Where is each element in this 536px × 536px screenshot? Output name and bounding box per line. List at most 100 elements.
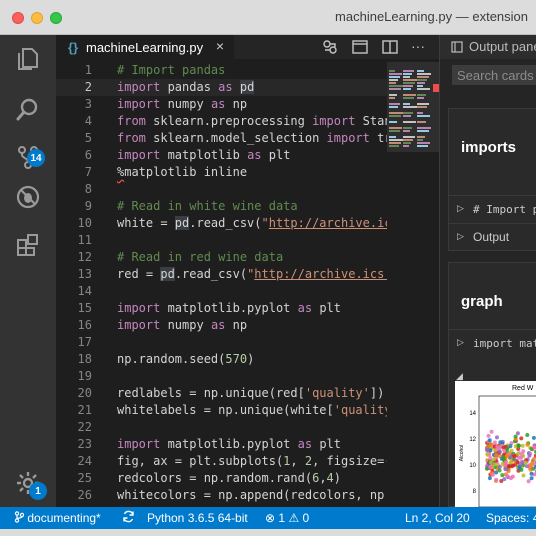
plot-ytick-label: 14 — [469, 411, 476, 417]
plot-point — [497, 464, 502, 469]
line-number: 23 — [77, 437, 92, 451]
line-number: 2 — [84, 80, 92, 94]
code-line[interactable]: 13 red = pd.read_csv("http://archive.ics.… — [56, 266, 388, 283]
zoom-window-button[interactable] — [50, 12, 62, 24]
line-number: 15 — [77, 301, 92, 315]
line-text: import numpy as np — [117, 97, 248, 111]
python-file-icon: {} — [68, 39, 79, 55]
problems-status[interactable]: ⊗ 1 ⚠ 0 — [265, 511, 309, 525]
plot-point — [489, 442, 494, 447]
code-line[interactable]: 12 # Read in red wine data — [56, 249, 388, 266]
code-line[interactable]: 1 # Import pandas — [56, 62, 388, 79]
tab-machinelearning-py[interactable]: {} machineLearning.py × — [56, 35, 234, 59]
close-icon[interactable]: × — [216, 38, 224, 54]
code-area[interactable]: 1 # Import pandas 2 import pandas as pd 3 imp… — [56, 62, 388, 507]
line-text: # Import pandas — [117, 63, 226, 77]
code-line[interactable]: 6 import matplotlib as plt — [56, 147, 388, 164]
code-line[interactable]: 9 # Read in white wine data — [56, 198, 388, 215]
plot-point — [501, 455, 506, 460]
line-text: from sklearn.model_selection import tra — [117, 131, 388, 145]
plot-point — [531, 435, 536, 440]
line-number: 4 — [84, 114, 92, 128]
plot-point — [526, 479, 531, 484]
plot-point — [515, 431, 520, 436]
code-line[interactable]: 4 from sklearn.preprocessing import Stand — [56, 113, 388, 130]
plot-point — [489, 429, 494, 434]
indentation-status[interactable]: Spaces: 4 — [486, 511, 536, 525]
plot-point — [494, 477, 499, 482]
line-number: 6 — [84, 148, 92, 162]
card-row-code[interactable]: ▷ import matp — [449, 329, 536, 357]
line-text: white = pd.read_csv("http://archive.ics — [117, 216, 388, 230]
code-line[interactable]: 14 — [56, 283, 388, 300]
branch-status[interactable]: documenting* — [14, 511, 101, 525]
code-line[interactable]: 23 import matplotlib.pyplot as plt — [56, 436, 388, 453]
card-row-output[interactable]: ▷ Output — [449, 223, 536, 251]
code-line[interactable]: 17 — [56, 334, 388, 351]
code-line[interactable]: 5 from sklearn.model_selection import tra — [56, 130, 388, 147]
branch-name: documenting* — [27, 511, 101, 525]
code-line[interactable]: 24 fig, ax = plt.subplots(1, 2, figsize=(… — [56, 453, 388, 470]
code-line[interactable]: 15 import matplotlib.pyplot as plt — [56, 300, 388, 317]
plot-point — [498, 440, 503, 445]
card-title: graph — [461, 293, 503, 310]
plot-point — [516, 451, 521, 456]
search-cards-input[interactable]: Search cards — [452, 65, 536, 85]
code-line[interactable]: 16 import numpy as np — [56, 317, 388, 334]
code-line[interactable]: 22 — [56, 419, 388, 436]
search-icon[interactable] — [0, 85, 56, 133]
line-number: 10 — [77, 216, 92, 230]
code-line[interactable]: 11 — [56, 232, 388, 249]
line-text: whitelabels = np.unique(white['quality' — [117, 403, 388, 417]
plot-point — [513, 434, 518, 439]
python-interpreter[interactable]: Python 3.6.5 64-bit — [147, 511, 248, 525]
line-text: whitecolors = np.append(redcolors, np.r — [117, 488, 388, 502]
plot-point — [495, 444, 500, 449]
card-row-code[interactable]: ▷ # Import pa — [449, 195, 536, 223]
line-number: 16 — [77, 318, 92, 332]
plot-point — [519, 436, 524, 441]
more-actions-icon[interactable]: ··· — [411, 38, 429, 56]
line-number: 24 — [77, 454, 92, 468]
minimap[interactable] — [387, 62, 439, 507]
code-line[interactable]: 20 redlabels = np.unique(red['quality']) — [56, 385, 388, 402]
scatter-plot-svg: Red W Alcohol 14 12 10 8 — [459, 385, 536, 507]
line-number: 12 — [77, 250, 92, 264]
tab-label: machineLearning.py — [86, 39, 204, 55]
git-branch-icon — [14, 511, 25, 523]
debug-icon[interactable] — [0, 173, 56, 221]
open-changes-icon[interactable] — [321, 38, 339, 56]
code-line[interactable]: 25 redcolors = np.random.rand(6,4) — [56, 470, 388, 487]
explorer-icon[interactable] — [0, 35, 56, 83]
split-editor-icon[interactable] — [381, 38, 399, 56]
open-preview-icon[interactable] — [351, 38, 369, 56]
line-number: 20 — [77, 386, 92, 400]
minimize-window-button[interactable] — [31, 12, 43, 24]
card-row-label: import matp — [473, 337, 536, 350]
plot-point — [516, 444, 521, 448]
minimap-slider[interactable] — [387, 62, 439, 152]
settings-gear-icon[interactable] — [0, 459, 56, 507]
sync-icon[interactable] — [122, 510, 135, 526]
code-line[interactable]: 3 import numpy as np — [56, 96, 388, 113]
code-line[interactable]: 19 — [56, 368, 388, 385]
cursor-position[interactable]: Ln 2, Col 20 — [405, 511, 470, 525]
extensions-icon[interactable] — [0, 221, 56, 269]
line-text: fig, ax = plt.subplots(1, 2, figsize=(8 — [117, 454, 388, 468]
plot-point — [488, 456, 493, 460]
code-line[interactable]: 26 whitecolors = np.append(redcolors, np.… — [56, 487, 388, 504]
plot-point — [525, 442, 530, 447]
code-line[interactable]: 8 — [56, 181, 388, 198]
code-line[interactable]: 18 np.random.seed(570) — [56, 351, 388, 368]
code-line[interactable]: 10 white = pd.read_csv("http://archive.ic… — [56, 215, 388, 232]
code-line[interactable]: 7 %matplotlib inline — [56, 164, 388, 181]
line-text: # Read in white wine data — [117, 199, 298, 213]
line-text: import matplotlib.pyplot as plt — [117, 437, 341, 451]
code-line[interactable]: 21 whitelabels = np.unique(white['quality… — [56, 402, 388, 419]
expand-triangle-icon: ▷ — [457, 231, 464, 241]
code-line[interactable]: 2 import pandas as pd — [56, 79, 388, 96]
plot-point — [485, 452, 490, 457]
output-pane-title: Output pane — [469, 39, 536, 54]
close-window-button[interactable] — [12, 12, 24, 24]
plot-point — [505, 453, 510, 458]
